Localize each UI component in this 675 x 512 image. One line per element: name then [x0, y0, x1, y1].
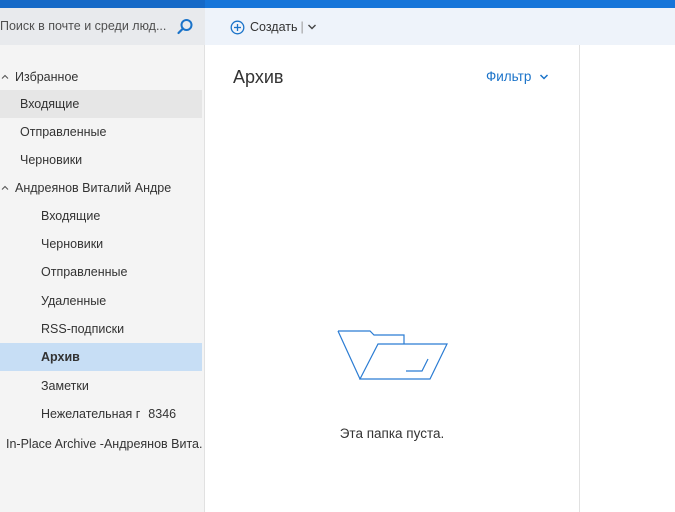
favorites-item-inbox[interactable]: Входящие — [0, 90, 202, 118]
caret-expanded-icon[interactable] — [1, 73, 9, 81]
account-item-label: Входящие — [41, 209, 101, 223]
account-header[interactable]: Андреянов Виталий Андре — [0, 174, 202, 202]
empty-folder-icon — [337, 330, 448, 380]
unread-count: 8346 — [148, 407, 177, 421]
account-item-label: Нежелательная г — [41, 407, 141, 421]
account-item-notes[interactable]: Заметки — [0, 372, 202, 400]
favorites-item-label: Входящие — [20, 97, 80, 111]
header-bar: Поиск в почте и среди люд... Создать | — [0, 8, 675, 45]
create-button[interactable]: Создать | — [230, 18, 317, 36]
account-item-label: Заметки — [41, 379, 89, 393]
create-button-label: Создать — [250, 20, 298, 34]
account-item-label: Черновики — [41, 237, 104, 251]
account-item-label: Архив — [41, 350, 80, 364]
archive-mailbox-label: In-Place Archive -Андреянов Вита... — [6, 437, 202, 451]
empty-folder-message: Эта папка пуста. — [339, 426, 445, 441]
account-item-label: Удаленные — [41, 294, 107, 308]
favorites-item-label: Отправленные — [20, 125, 107, 139]
caret-expanded-icon[interactable] — [1, 184, 9, 192]
folder-pane: Избранное Входящие Отправленные Черновик… — [0, 45, 204, 512]
message-list-pane: Архив Фильтр Эта папка пуста. — [204, 45, 580, 512]
account-item-archive[interactable]: Архив — [0, 343, 202, 371]
search-input[interactable]: Поиск в почте и среди люд... — [0, 19, 166, 33]
account-item-junk[interactable]: Нежелательная г 8346 — [0, 400, 202, 428]
favorites-item-drafts[interactable]: Черновики — [0, 146, 202, 174]
top-brand-strip — [0, 0, 675, 8]
account-header-label: Андреянов Виталий Андре — [15, 181, 172, 195]
create-button-separator: | — [300, 20, 304, 34]
in-place-archive-mailbox[interactable]: In-Place Archive -Андреянов Вита... — [0, 430, 202, 458]
search-icon[interactable] — [176, 18, 194, 36]
account-item-sent[interactable]: Отправленные — [0, 258, 202, 286]
favorites-header[interactable]: Избранное — [0, 63, 202, 91]
favorites-item-label: Черновики — [20, 153, 83, 167]
plus-circle-icon — [230, 20, 245, 34]
account-item-rss[interactable]: RSS-подписки — [0, 315, 202, 343]
reading-pane — [580, 45, 675, 512]
account-item-label: RSS-подписки — [41, 322, 125, 336]
filter-label: Фильтр — [486, 69, 532, 84]
command-bar: Создать | — [205, 8, 675, 45]
favorites-item-sent[interactable]: Отправленные — [0, 118, 202, 146]
chevron-down-icon[interactable] — [307, 22, 317, 32]
filter-dropdown[interactable]: Фильтр — [486, 69, 549, 84]
account-item-label: Отправленные — [41, 265, 128, 279]
folder-title: Архив — [233, 67, 284, 87]
account-item-deleted[interactable]: Удаленные — [0, 287, 202, 315]
favorites-header-label: Избранное — [15, 70, 79, 84]
search-box[interactable]: Поиск в почте и среди люд... — [0, 8, 205, 45]
top-brand-strip-left — [0, 0, 205, 8]
account-item-inbox[interactable]: Входящие — [0, 202, 202, 230]
account-item-drafts[interactable]: Черновики — [0, 230, 202, 258]
chevron-down-icon — [540, 73, 549, 80]
